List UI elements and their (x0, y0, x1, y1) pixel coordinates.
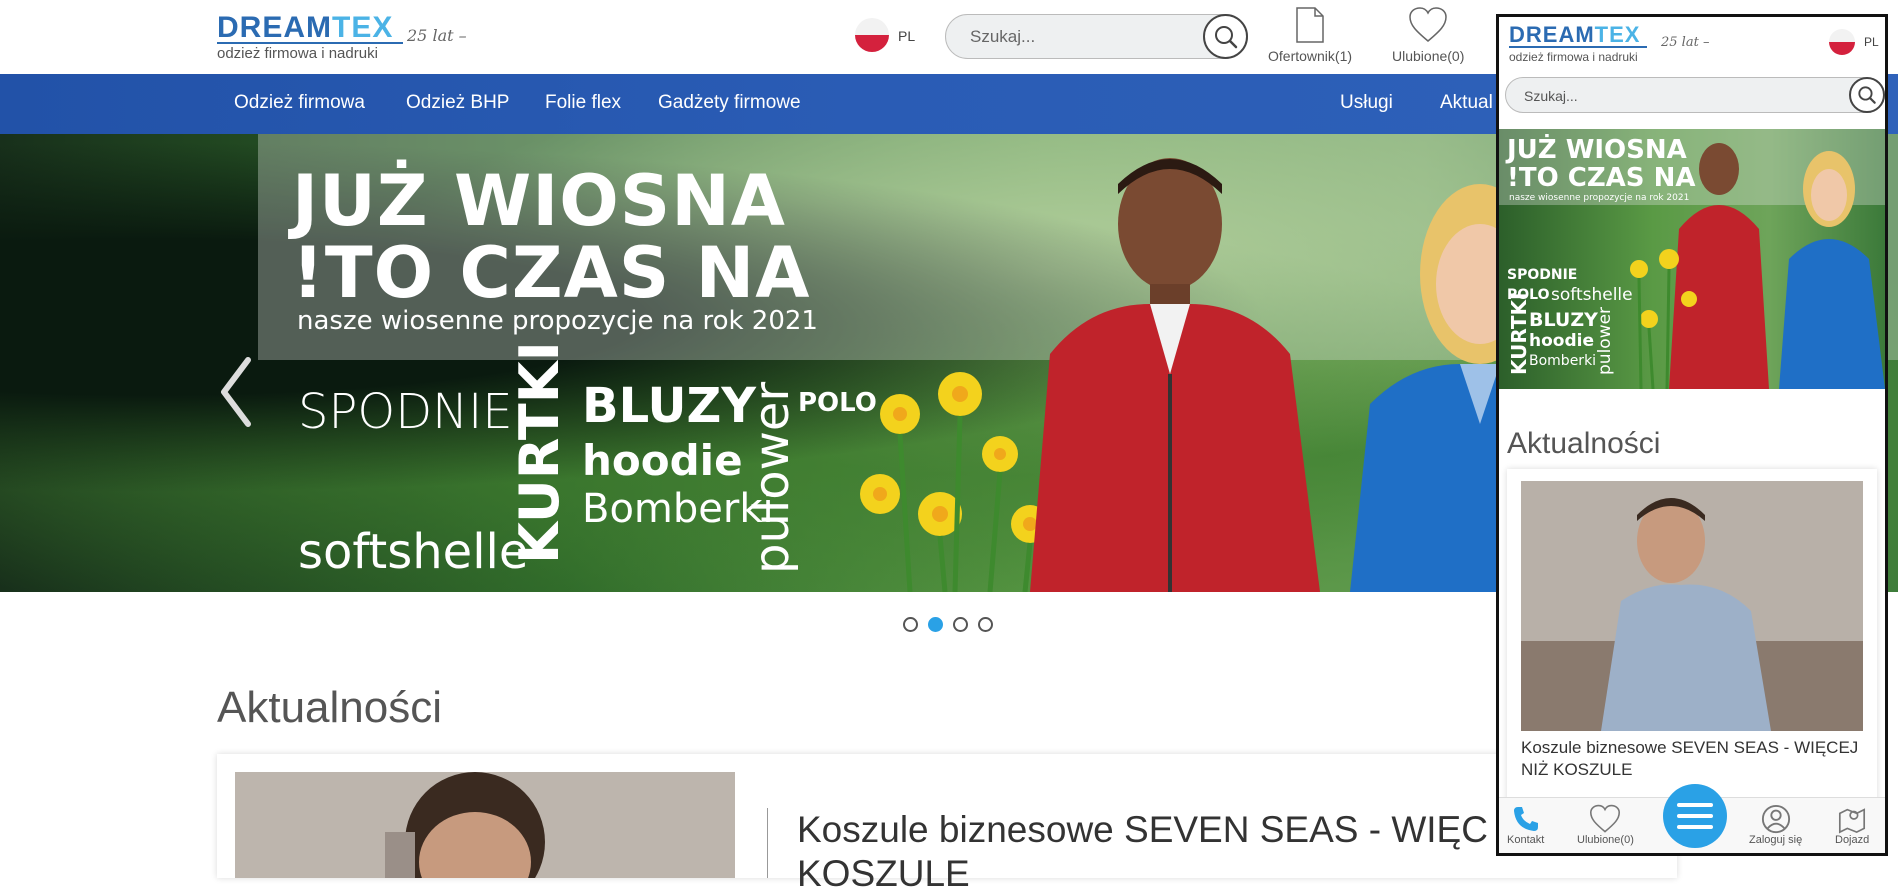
logo-underline (217, 42, 403, 44)
mobile-bottom-nav: Kontakt Ulubione(0) Zaloguj się Dojazd (1499, 784, 1885, 853)
mobile-language-label[interactable]: PL (1864, 35, 1879, 49)
mobile-hero-softshelle: softshelle (1551, 285, 1633, 305)
carousel-dot[interactable] (903, 617, 918, 632)
nav-item-folie-flex[interactable]: Folie flex (545, 92, 621, 114)
mobile-hero-line2: !TO CZAS NA (1507, 163, 1696, 193)
hero-headline-line2: !TO CZAS NA (292, 232, 811, 314)
news-image[interactable] (235, 772, 735, 878)
mobile-nav-login[interactable]: Zaloguj się (1749, 804, 1802, 846)
mobile-nav-favorites-label: Ulubione(0) (1577, 834, 1634, 846)
mobile-hero-bomberki: Bomberki (1529, 353, 1597, 369)
nav-item-aktualnosci[interactable]: Aktual (1440, 92, 1493, 114)
hero-word-hoodie: hoodie (582, 436, 743, 485)
favorites-link[interactable]: Ulubione(0) (1392, 6, 1464, 64)
mobile-news-image[interactable] (1521, 481, 1863, 731)
mobile-hero-spodnie: SPODNIE (1507, 267, 1578, 283)
hero-word-softshelle: softshelle (298, 524, 529, 580)
hamburger-menu-icon (1677, 803, 1713, 829)
mobile-nav-contact-label: Kontakt (1507, 834, 1545, 846)
nav-item-odziez-bhp[interactable]: Odzież BHP (406, 92, 509, 114)
map-pin-icon (1839, 808, 1866, 834)
mobile-daffodils-image (1630, 249, 1697, 389)
logo-wordmark: DREAMTEX (217, 11, 394, 44)
mobile-menu-button[interactable] (1663, 784, 1727, 848)
hero-word-kurtki: KURTKI (508, 341, 571, 564)
mobile-preview: DREAMTEX odzież firmowa i nadruki 25 lat… (1496, 14, 1888, 856)
heart-icon (1409, 7, 1447, 42)
mobile-search-button[interactable] (1849, 77, 1885, 113)
mobile-logo-wordmark: DREAMTEX (1509, 22, 1641, 47)
news-headline[interactable]: Koszule biznesowe SEVEN SEAS - WIĘC KOSZ… (797, 808, 1557, 896)
mobile-hero-hoodie: hoodie (1529, 331, 1594, 351)
search-button[interactable] (1203, 14, 1248, 59)
search-icon (1214, 25, 1237, 48)
nav-item-gadzety-firmowe[interactable]: Gadżety firmowe (658, 92, 801, 114)
hero-word-bluzy: BLUZY (582, 378, 756, 434)
mobile-news-card-title[interactable]: Koszule biznesowe SEVEN SEAS - WIĘCEJ NI… (1521, 737, 1867, 781)
mobile-search-input[interactable] (1522, 86, 1822, 106)
news-divider (767, 808, 768, 878)
mobile-hero-kurtki: KURTKI (1507, 292, 1531, 375)
mobile-logo-tagline: odzież firmowa i nadruki (1509, 50, 1638, 64)
mobile-hero-subtitle: nasze wiosenne propozycje na rok 2021 (1509, 193, 1690, 203)
news-section-title: Aktualności (217, 683, 443, 732)
carousel-dot[interactable] (953, 617, 968, 632)
hero-headline-line1: JUŻ WIOSNA (292, 160, 786, 242)
carousel-dots (903, 617, 993, 632)
mobile-nav-contact[interactable]: Kontakt (1507, 804, 1544, 846)
mobile-hero-line1: JUŻ WIOSNA (1507, 135, 1687, 165)
nav-item-odziez-firmowa[interactable]: Odzież firmowa (234, 92, 365, 114)
mobile-nav-login-label: Zaloguj się (1749, 834, 1803, 846)
mobile-logo-underline (1509, 46, 1647, 48)
dreamtex-logo[interactable]: DREAMTEX odzież firmowa i nadruki 25 lat… (217, 11, 477, 62)
polish-flag-icon[interactable] (855, 18, 889, 52)
heart-icon (1590, 804, 1621, 833)
hero-word-polo: POLO (798, 388, 877, 418)
man-red-jacket-image (1030, 158, 1320, 592)
hero-word-pulower: pulower (744, 381, 800, 574)
mobile-news-section-title: Aktualności (1507, 427, 1661, 460)
mobile-hero-pulower: pulower (1595, 306, 1615, 375)
mobile-logo-years: 25 lat – (1661, 35, 1710, 50)
mobile-nav-favorites[interactable]: Ulubione(0) (1577, 804, 1634, 846)
carousel-dot-active[interactable] (928, 617, 943, 632)
mobile-hero-banner[interactable]: JUŻ WIOSNA !TO CZAS NA nasze wiosenne pr… (1499, 129, 1885, 389)
carousel-prev-arrow-icon[interactable] (216, 352, 256, 432)
mobile-news-card[interactable]: Koszule biznesowe SEVEN SEAS - WIĘCEJ NI… (1507, 469, 1877, 809)
hero-subtitle: nasze wiosenne propozycje na rok 2021 (297, 306, 818, 336)
carousel-dot[interactable] (978, 617, 993, 632)
search-box (945, 14, 1248, 59)
offer-list-link[interactable]: Ofertownik(1) (1268, 6, 1352, 64)
mobile-search-box (1505, 77, 1885, 113)
mobile-nav-directions[interactable]: Dojazd (1835, 804, 1869, 846)
language-label[interactable]: PL (898, 28, 915, 44)
man-in-shirt-image (235, 772, 735, 878)
logo-years: 25 lat – (407, 26, 467, 45)
mobile-polish-flag-icon[interactable] (1829, 29, 1855, 55)
document-icon (1296, 7, 1324, 43)
man-in-shirt-image (1521, 481, 1863, 731)
search-input[interactable] (968, 25, 1188, 49)
offer-list-label: Ofertownik(1) (1268, 48, 1353, 64)
mobile-nav-directions-label: Dojazd (1835, 834, 1870, 846)
hero-word-spodnie: SPODNIE (298, 384, 513, 440)
news-headline-line2: KOSZULE (797, 853, 970, 894)
search-icon (1858, 86, 1876, 104)
logo-tagline: odzież firmowa i nadruki (217, 45, 378, 62)
news-card[interactable]: Koszule biznesowe SEVEN SEAS - WIĘC KOSZ… (217, 754, 1677, 894)
user-icon (1761, 804, 1790, 834)
mobile-hero-bluzy: BLUZY (1529, 309, 1598, 331)
phone-icon (1513, 807, 1538, 831)
favorites-label: Ulubione(0) (1392, 48, 1465, 64)
news-headline-line1: Koszule biznesowe SEVEN SEAS - WIĘC (797, 809, 1488, 850)
mobile-dreamtex-logo[interactable]: DREAMTEX odzież firmowa i nadruki 25 lat… (1509, 23, 1739, 67)
nav-item-uslugi[interactable]: Usługi (1340, 92, 1393, 114)
